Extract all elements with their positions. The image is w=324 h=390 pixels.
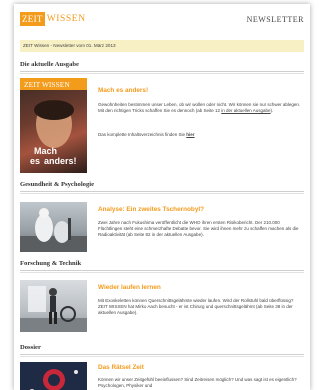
exoskeleton-photo[interactable]: [20, 280, 87, 332]
article-text-dossier: Können wir unser Zeitgefühl beeinflussen…: [98, 377, 297, 388]
date-bar: ZEIT Wissen - Newsletter vom 01. März 20…: [20, 40, 304, 52]
divider: [20, 356, 304, 357]
article-text-research: Mit Exoskeletten können Querschnittsgelä…: [98, 298, 294, 315]
dossier-image[interactable]: [20, 362, 87, 390]
divider: [20, 270, 304, 271]
divider: [20, 272, 304, 273]
article-current-issue: ZEIT WISSEN Mach es anders! Mach es ande…: [14, 76, 310, 186]
svg-text:es: es: [30, 156, 40, 166]
article-text-current-part-b: ).: [270, 108, 274, 113]
article-text-current: Gewohnheiten bestimmen unser Leben, ob w…: [98, 102, 303, 114]
section-heading-current-issue: Die aktuelle Ausgabe: [20, 61, 79, 68]
section-heading-dossier: Dossier: [20, 344, 41, 351]
divider: [20, 71, 304, 72]
article-research: Wieder laufen lernen Mit Exoskeletten kö…: [14, 274, 310, 336]
dossier-illustration: [29, 369, 78, 390]
article-title-health[interactable]: Analyse: Ein zweites Tschernobyl?: [98, 206, 204, 213]
article-title-current[interactable]: Mach es anders!: [98, 87, 148, 94]
newsletter-header: ZEIT WISSEN NEWSLETTER: [14, 4, 310, 34]
svg-text:Mach: Mach: [34, 146, 57, 156]
article-title-research[interactable]: Wieder laufen lernen: [98, 284, 161, 291]
logo-rest-text: WISSEN: [46, 14, 86, 24]
article-dossier: Das Rätsel Zeit Können wir unser Zeitgef…: [14, 358, 310, 390]
divider: [20, 73, 304, 74]
current-issue-link[interactable]: in der aktuellen Ausgabe: [221, 108, 270, 113]
photo-illustration: [20, 286, 87, 332]
divider: [20, 354, 304, 355]
fukushima-photo[interactable]: [20, 202, 87, 252]
article-title-dossier[interactable]: Das Rätsel Zeit: [98, 364, 144, 371]
magazine-cover-image[interactable]: ZEIT WISSEN Mach es anders!: [20, 78, 87, 173]
article-health: Analyse: Ein zweites Tschernobyl? Zwei J…: [14, 196, 310, 256]
section-heading-health: Gesundheit & Psychologie: [20, 181, 94, 188]
section-heading-research: Forschung & Technik: [20, 260, 82, 267]
divider: [20, 193, 304, 194]
contents-note-text: Das komplette Inhaltsverzeichnis finden …: [98, 132, 187, 137]
newsletter-label: NEWSLETTER: [246, 15, 304, 24]
cover-logo-text: ZEIT WISSEN: [24, 80, 70, 89]
contents-here-link[interactable]: hier: [186, 132, 194, 137]
photo-illustration: [20, 208, 87, 252]
contents-note: Das komplette Inhaltsverzeichnis finden …: [98, 132, 303, 138]
newsletter-page: ZEIT WISSEN NEWSLETTER ZEIT Wissen - New…: [14, 4, 310, 390]
article-text-health: Zwei Jahre nach Fukushima veröffentlicht…: [98, 220, 299, 237]
logo-box-text: ZEIT: [20, 12, 45, 26]
divider: [20, 191, 304, 192]
zeit-wissen-logo[interactable]: ZEIT WISSEN: [20, 12, 86, 26]
cover-illustration: ZEIT WISSEN Mach es anders!: [20, 78, 87, 166]
svg-text:anders!: anders!: [44, 156, 77, 166]
